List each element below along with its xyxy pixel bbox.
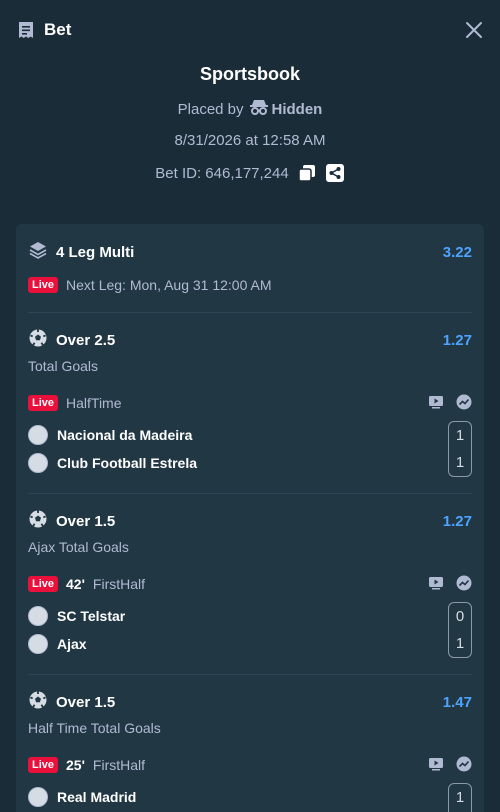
sportsbook-title: Sportsbook: [199, 64, 300, 84]
leg-odds: 1.27: [442, 512, 472, 530]
team-name: SC Telstar: [57, 608, 126, 624]
next-leg-text: Next Leg: Mon, Aug 31 12:00 AM: [66, 277, 272, 293]
team-row: Ajax: [28, 633, 472, 655]
leg-title: Over 1.5 1.27: [28, 509, 472, 534]
modal-header: Bet: [0, 0, 500, 60]
live-badge: Live: [28, 757, 59, 773]
divider: [28, 312, 472, 313]
leg-title: Over 2.5 1.27: [28, 328, 472, 353]
leg-period: HalfTime: [66, 395, 122, 411]
incognito-icon: [249, 99, 268, 119]
score-box: 1 1: [448, 421, 472, 477]
soccer-ball-icon: [28, 690, 48, 715]
team-name: Ajax: [57, 636, 87, 652]
team-crest: [28, 606, 48, 626]
score: 1: [455, 635, 465, 652]
leg-actions: [428, 575, 472, 594]
team-row: Club Football Estrela: [28, 452, 472, 474]
leg-period: FirstHalf: [92, 757, 146, 773]
team-name: Nacional da Madeira: [57, 427, 193, 443]
bet-card: 4 Leg Multi 3.22 Live Next Leg: Mon, Aug…: [16, 224, 484, 812]
copy-icon[interactable]: [297, 163, 317, 183]
score: 1: [455, 454, 465, 471]
stats-icon[interactable]: [456, 756, 472, 775]
leg-selection: Over 2.5: [56, 331, 116, 349]
leg-selection: Over 1.5: [56, 693, 116, 711]
multi-odds: 3.22: [442, 243, 472, 261]
modal-title: Bet: [44, 20, 72, 39]
placed-by-user: Hidden: [249, 99, 323, 119]
placed-by-label: Placed by: [177, 100, 244, 118]
team-crest: [28, 787, 48, 807]
leg-actions: [428, 756, 472, 775]
team-name: Club Football Estrela: [57, 455, 198, 471]
divider: [28, 674, 472, 675]
live-stream-icon[interactable]: [428, 756, 444, 775]
stats-icon[interactable]: [456, 394, 472, 413]
leg-odds: 1.47: [442, 693, 472, 711]
leg-actions: [428, 394, 472, 413]
team-crest: [28, 453, 48, 473]
bet-id: Bet ID: 646,177,244: [155, 164, 289, 182]
bet-date: 8/31/2026 at 12:58 AM: [174, 132, 326, 149]
close-icon[interactable]: [464, 20, 484, 40]
team-crest: [28, 425, 48, 445]
score-box: 0 1: [448, 602, 472, 658]
live-badge: Live: [28, 576, 59, 592]
team-crest: [28, 634, 48, 654]
soccer-ball-icon: [28, 328, 48, 353]
team-row: Real Madrid: [28, 786, 472, 808]
leg-market: Ajax Total Goals: [28, 539, 129, 555]
match-minute: 25': [66, 757, 85, 773]
live-stream-icon[interactable]: [428, 575, 444, 594]
share-icon[interactable]: [325, 163, 345, 183]
match-minute: 42': [66, 576, 85, 592]
live-stream-icon[interactable]: [428, 394, 444, 413]
soccer-ball-icon: [28, 509, 48, 534]
stats-icon[interactable]: [456, 575, 472, 594]
leg-selection: Over 1.5: [56, 512, 116, 530]
leg-odds: 1.27: [442, 331, 472, 349]
live-badge: Live: [28, 395, 59, 411]
team-row: SC Telstar: [28, 605, 472, 627]
leg-status: Live HalfTime: [28, 394, 472, 412]
receipt-icon: [16, 20, 36, 40]
leg-status: Live 42' FirstHalf: [28, 575, 472, 593]
divider: [28, 493, 472, 494]
team-row: Nacional da Madeira: [28, 424, 472, 446]
score: 0: [455, 608, 465, 625]
score-box: 1: [448, 783, 472, 812]
leg-market: Total Goals: [28, 358, 99, 374]
multi-header: 4 Leg Multi 3.22: [28, 240, 472, 265]
leg-period: FirstHalf: [92, 576, 146, 592]
bet-id-row: Bet ID: 646,177,244: [0, 163, 500, 183]
next-leg-row: Live Next Leg: Mon, Aug 31 12:00 AM: [28, 277, 472, 293]
live-badge: Live: [28, 277, 59, 293]
team-name: Real Madrid: [57, 789, 137, 805]
layers-icon: [28, 240, 48, 265]
score: 1: [455, 427, 465, 444]
score: 1: [455, 789, 465, 806]
leg-title: Over 1.5 1.47: [28, 690, 472, 715]
placed-by: Placed by Hidden: [0, 99, 500, 119]
placed-by-name: Hidden: [271, 100, 323, 118]
multi-label: 4 Leg Multi: [56, 243, 135, 261]
leg-status: Live 25' FirstHalf: [28, 756, 472, 774]
leg-market: Half Time Total Goals: [28, 720, 161, 736]
